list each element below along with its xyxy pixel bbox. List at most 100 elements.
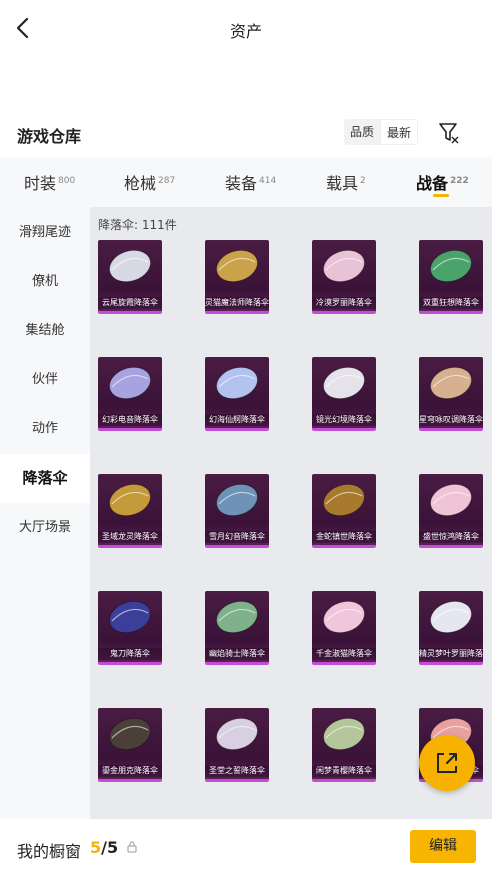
parachute-item[interactable]: 冷漠罗丽降落伞 [312, 240, 376, 314]
filter-icon[interactable] [436, 119, 462, 145]
tab-label: 枪械 [124, 174, 157, 193]
parachute-item[interactable]: 千金淑猫降落伞 [312, 591, 376, 665]
item-count-label: 降落伞: 111件 [98, 218, 177, 232]
parachute-item[interactable]: 鬼刀降落伞 [98, 591, 162, 665]
parachute-item[interactable]: 镜光幻境降落伞 [312, 357, 376, 431]
tab-vehicles[interactable]: 载具 2 [326, 170, 366, 194]
parachute-item[interactable]: 幽焰骑士降落伞 [205, 591, 269, 665]
section-title: 游戏仓库 [17, 127, 82, 146]
parachute-thumbnail [215, 483, 259, 517]
tab-weapons[interactable]: 枪械 287 [124, 170, 175, 194]
item-name: 精灵梦叶罗丽降落伞 [419, 648, 483, 660]
sort-latest-button[interactable]: 最新 [380, 119, 419, 145]
parachute-thumbnail [322, 249, 366, 283]
tab-label: 时装 [24, 174, 57, 193]
sort-quality-button[interactable]: 品质 [344, 119, 380, 145]
tab-label: 载具 [326, 174, 359, 193]
item-name: 鎏金朋克降落伞 [98, 765, 162, 777]
item-name: 闲梦青樱降落伞 [312, 765, 376, 777]
parachute-item[interactable]: 幻海仙舸降落伞 [205, 357, 269, 431]
item-name: 幻彩电音降落伞 [98, 414, 162, 426]
item-name: 金蛇镇世降落伞 [312, 531, 376, 543]
tab-equipment[interactable]: 装备 414 [225, 170, 276, 194]
parachute-thumbnail [429, 366, 473, 400]
parachute-thumbnail [429, 249, 473, 283]
tab-fashion[interactable]: 时装 800 [24, 170, 75, 194]
parachute-item[interactable]: 云尾旋霞降落伞 [98, 240, 162, 314]
item-name: 幽焰骑士降落伞 [205, 648, 269, 660]
parachute-item[interactable]: 金蛇镇世降落伞 [312, 474, 376, 548]
sidebar-item-emote[interactable]: 动作 [0, 404, 90, 453]
item-name: 圣域龙灵降落伞 [98, 531, 162, 543]
parachute-item[interactable]: 星穹咏叹调降落伞 [419, 357, 483, 431]
parachute-item[interactable]: 雪月幻音降落伞 [205, 474, 269, 548]
showcase-total: 5 [106, 838, 119, 857]
item-name: 灵猫魔法师降落伞 [205, 297, 269, 309]
tab-count: 414 [259, 176, 277, 186]
sidebar-item-lobby-scene[interactable]: 大厅场景 [0, 503, 90, 552]
parachute-item[interactable]: 圣堂之誓降落伞 [205, 708, 269, 782]
item-name: 双重狂想降落伞 [419, 297, 483, 309]
item-grid: 降落伞: 111件 云尾旋霞降落伞 灵猫魔法师降落伞 冷漠罗丽降落伞 双重狂想降落伞幻… [90, 207, 492, 819]
parachute-thumbnail [215, 600, 259, 634]
parachute-item[interactable]: 灵猫魔法师降落伞 [205, 240, 269, 314]
parachute-thumbnail [215, 249, 259, 283]
parachute-thumbnail [215, 366, 259, 400]
parachute-item[interactable]: 鎏金朋克降落伞 [98, 708, 162, 782]
item-name: 千金淑猫降落伞 [312, 648, 376, 660]
subcategory-sidebar: 滑翔尾迹 僚机 集结舱 伙伴 动作 降落伞 大厅场景 [0, 207, 90, 819]
item-name: 鬼刀降落伞 [98, 648, 162, 660]
parachute-thumbnail [429, 600, 473, 634]
tab-label: 战备 [416, 174, 449, 193]
parachute-item[interactable]: 精灵梦叶罗丽降落伞 [419, 591, 483, 665]
page-title: 资产 [229, 22, 262, 41]
parachute-item[interactable]: 盛世惊鸿降落伞 [419, 474, 483, 548]
sidebar-item-assembly-pod[interactable]: 集结舱 [0, 306, 90, 355]
parachute-item[interactable]: 幻彩电音降落伞 [98, 357, 162, 431]
sidebar-item-parachute[interactable]: 降落伞 [0, 454, 90, 503]
item-name: 冷漠罗丽降落伞 [312, 297, 376, 309]
tab-count: 287 [158, 176, 176, 186]
active-tab-indicator [433, 194, 449, 197]
share-button[interactable] [419, 735, 475, 791]
lock-icon [127, 841, 137, 853]
sidebar-item-glide-trail[interactable]: 滑翔尾迹 [0, 208, 90, 257]
parachute-thumbnail [108, 483, 152, 517]
parachute-thumbnail [322, 366, 366, 400]
parachute-thumbnail [108, 249, 152, 283]
tab-count: 2 [360, 176, 366, 186]
parachute-item[interactable]: 闲梦青樱降落伞 [312, 708, 376, 782]
tab-label: 装备 [225, 174, 258, 193]
top-bar: 资产 [0, 0, 492, 58]
sidebar-item-wingman[interactable]: 僚机 [0, 257, 90, 306]
item-name: 盛世惊鸿降落伞 [419, 531, 483, 543]
parachute-thumbnail [108, 600, 152, 634]
item-name: 雪月幻音降落伞 [205, 531, 269, 543]
category-tabs: 时装 800 枪械 287 装备 414 载具 2 战备 222 [0, 157, 492, 207]
item-name: 幻海仙舸降落伞 [205, 414, 269, 426]
edit-button[interactable]: 编辑 [410, 830, 476, 863]
parachute-thumbnail [108, 717, 152, 751]
item-name: 镜光幻境降落伞 [312, 414, 376, 426]
bottom-bar: 我的橱窗 5/5 编辑 [0, 819, 492, 876]
parachute-thumbnail [215, 717, 259, 751]
showcase-count: 5/5 [90, 838, 118, 857]
share-icon [437, 753, 457, 773]
showcase-label: 我的橱窗 [17, 842, 82, 861]
sidebar-item-companion[interactable]: 伙伴 [0, 355, 90, 404]
tab-count: 222 [450, 176, 469, 186]
item-name: 圣堂之誓降落伞 [205, 765, 269, 777]
parachute-item[interactable]: 双重狂想降落伞 [419, 240, 483, 314]
item-name: 星穹咏叹调降落伞 [419, 414, 483, 426]
parachute-thumbnail [429, 483, 473, 517]
showcase-current: 5 [90, 838, 102, 857]
parachute-thumbnail [322, 600, 366, 634]
tab-battle-gear[interactable]: 战备 222 [416, 170, 469, 194]
parachute-thumbnail [108, 366, 152, 400]
tab-count: 800 [58, 176, 76, 186]
parachute-thumbnail [322, 717, 366, 751]
item-name: 云尾旋霞降落伞 [98, 297, 162, 309]
parachute-item[interactable]: 圣域龙灵降落伞 [98, 474, 162, 548]
parachute-thumbnail [322, 483, 366, 517]
sort-toggle: 品质 最新 [344, 119, 419, 145]
